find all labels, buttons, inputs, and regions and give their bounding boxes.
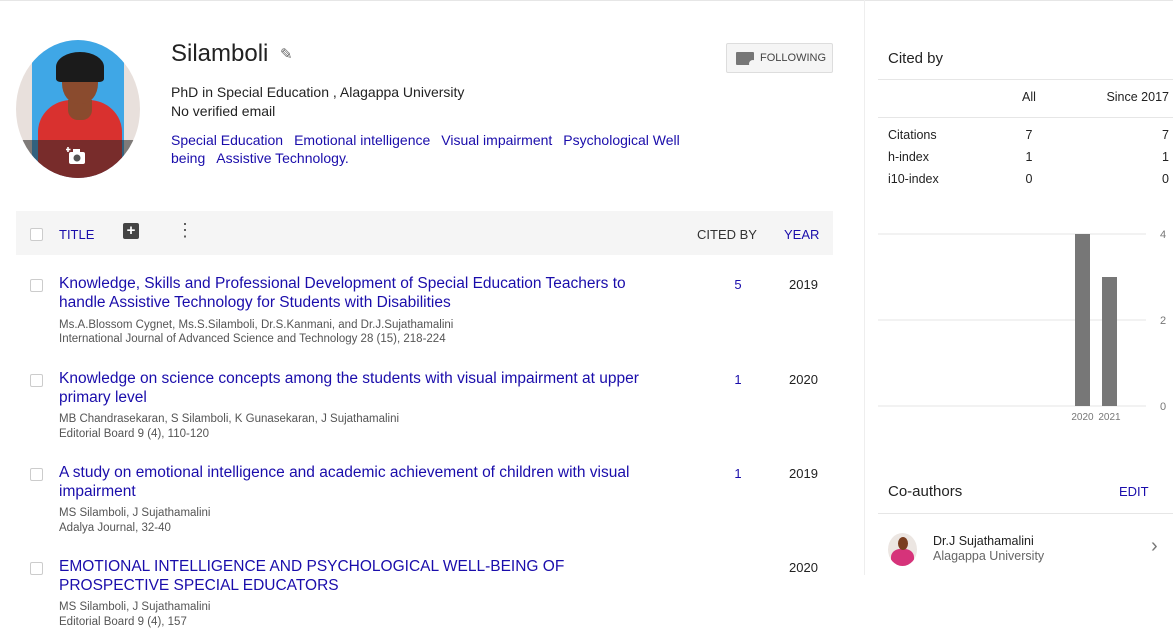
row-checkbox[interactable]	[30, 562, 43, 575]
row-checkbox[interactable]	[30, 468, 43, 481]
article-authors: MS Silamboli, J Sujathamalini	[59, 507, 211, 519]
select-all-checkbox[interactable]	[30, 228, 43, 241]
article-year: 2020	[789, 560, 818, 575]
add-article-icon[interactable]: +	[123, 223, 139, 239]
metric-label: Citations	[888, 128, 937, 142]
metric-since: 0	[1162, 172, 1169, 186]
divider	[878, 117, 1173, 118]
metric-all: 1	[1025, 150, 1033, 164]
coauthor-name[interactable]: Dr.J Sujathamalini	[933, 534, 1034, 548]
stats-row: Citations 7 7	[888, 128, 1173, 144]
metric-since: 7	[1162, 128, 1169, 142]
article-authors: MB Chandrasekaran, S Silamboli, K Gunase…	[59, 413, 400, 425]
profile-photo[interactable]	[16, 40, 140, 178]
metric-label: h-index	[888, 150, 929, 164]
sort-by-cited[interactable]: CITED BY	[697, 227, 757, 242]
change-photo-icon[interactable]	[66, 146, 88, 166]
interest-link[interactable]: Assistive Technology.	[216, 150, 349, 166]
chart-x-tick-label: 2021	[1098, 412, 1121, 423]
chart-bar[interactable]	[1102, 277, 1117, 406]
interest-link[interactable]: Special Education	[171, 132, 283, 148]
chart-y-tick-label: 0	[1160, 401, 1166, 413]
article-authors: MS Silamboli, J Sujathamalini	[59, 601, 211, 613]
more-options-icon[interactable]: ⋮	[176, 221, 194, 239]
article-venue: Adalya Journal, 32-40	[59, 522, 171, 534]
top-divider	[0, 0, 1173, 1]
stats-header-row: All Since 2017	[888, 90, 1173, 106]
article-title[interactable]: A study on emotional intelligence and ac…	[59, 463, 659, 501]
stats-row: h-index 1 1	[888, 150, 1173, 166]
article-venue: Editorial Board 9 (4), 157	[59, 616, 187, 628]
chart-bar[interactable]	[1075, 234, 1090, 406]
coauthor-affiliation: Alagappa University	[933, 549, 1045, 563]
article-title[interactable]: EMOTIONAL INTELLIGENCE AND PSYCHOLOGICAL…	[59, 557, 659, 595]
citations-per-year-chart: 0 2 4 2020 2021	[878, 229, 1166, 423]
article-title[interactable]: Knowledge on science concepts among the …	[59, 369, 659, 407]
column-divider	[864, 0, 865, 575]
chart-x-tick-label: 2020	[1071, 412, 1094, 423]
article-year: 2019	[789, 466, 818, 481]
article-year: 2020	[789, 372, 818, 387]
cited-by-heading: Cited by	[888, 50, 944, 67]
interest-link[interactable]: Emotional intelligence	[294, 132, 430, 148]
article-cited-count[interactable]: 5	[733, 277, 743, 292]
profile-affiliation: PhD in Special Education , Alagappa Univ…	[171, 84, 465, 100]
article-venue: International Journal of Advanced Scienc…	[59, 333, 446, 345]
article-cited-count[interactable]: 1	[733, 372, 743, 387]
mail-check-icon	[736, 51, 757, 68]
chart-y-tick-label: 2	[1160, 315, 1166, 327]
col-all: All	[1022, 90, 1036, 104]
following-button[interactable]: FOLLOWING	[726, 43, 833, 73]
profile-name: Silamboli	[171, 40, 269, 67]
following-label: FOLLOWING	[760, 52, 827, 64]
chevron-right-icon[interactable]: ›	[1151, 535, 1158, 558]
article-title[interactable]: Knowledge, Skills and Professional Devel…	[59, 274, 659, 312]
metric-all: 7	[1025, 128, 1033, 142]
profile-email: No verified email	[171, 103, 276, 119]
stats-row: i10-index 0 0	[888, 172, 1173, 188]
divider	[878, 513, 1173, 514]
divider	[878, 79, 1173, 80]
sort-by-year[interactable]: YEAR	[784, 227, 819, 242]
metric-all: 0	[1025, 172, 1033, 186]
col-since: Since 2017	[1106, 90, 1169, 104]
articles-table-header: TITLE + ⋮ CITED BY YEAR	[16, 211, 833, 255]
metric-since: 1	[1162, 150, 1169, 164]
chart-y-tick-label: 4	[1160, 229, 1166, 241]
article-cited-count[interactable]: 1	[733, 466, 743, 481]
coauthor-avatar[interactable]	[888, 533, 917, 566]
sort-by-title[interactable]: TITLE	[59, 227, 94, 242]
metric-label: i10-index	[888, 172, 939, 186]
row-checkbox[interactable]	[30, 374, 43, 387]
article-authors: Ms.A.Blossom Cygnet, Ms.S.Silamboli, Dr.…	[59, 319, 454, 331]
interest-link[interactable]: Visual impairment	[441, 132, 552, 148]
article-year: 2019	[789, 277, 818, 292]
coauthors-heading: Co-authors	[888, 483, 963, 500]
article-venue: Editorial Board 9 (4), 110-120	[59, 428, 210, 440]
edit-profile-icon[interactable]: ✎	[280, 45, 293, 63]
edit-coauthors-link[interactable]: EDIT	[1119, 484, 1149, 499]
row-checkbox[interactable]	[30, 279, 43, 292]
research-interests: Special Education Emotional intelligence V…	[171, 131, 771, 167]
